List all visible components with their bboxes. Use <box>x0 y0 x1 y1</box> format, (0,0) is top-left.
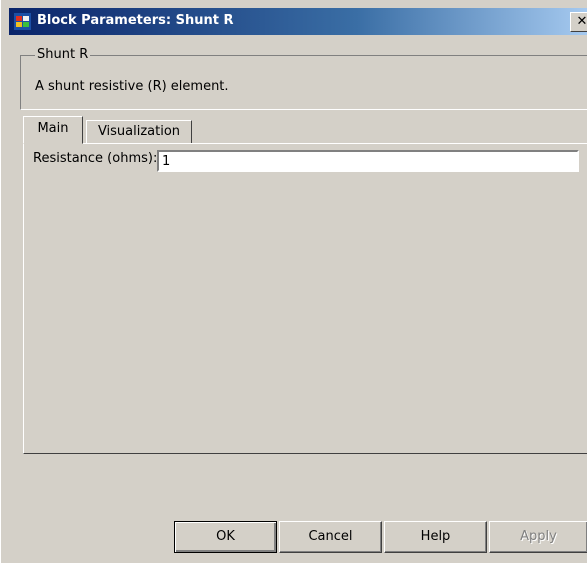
block-description-group: Shunt R A shunt resistive (R) element. <box>20 47 587 110</box>
window-title: Block Parameters: Shunt R <box>37 13 234 28</box>
resistance-label: Resistance (ohms): <box>33 151 158 166</box>
tab-visualization[interactable]: Visualization <box>86 120 192 144</box>
tab-main-label: Main <box>37 121 69 136</box>
title-bar[interactable]: Block Parameters: Shunt R ✕ <box>9 8 587 35</box>
ok-button[interactable]: OK <box>174 521 277 553</box>
close-button[interactable]: ✕ <box>570 12 587 32</box>
simulink-block-icon <box>14 13 31 30</box>
close-icon: ✕ <box>576 14 587 29</box>
resistance-input[interactable] <box>157 150 579 172</box>
group-title: Shunt R <box>35 47 91 62</box>
cancel-button[interactable]: Cancel <box>279 521 382 553</box>
main-tab-panel: Resistance (ohms): <box>23 143 587 454</box>
tab-visualization-label: Visualization <box>97 124 181 139</box>
dialog-window: Block Parameters: Shunt R ✕ Shunt R A sh… <box>0 0 587 563</box>
help-button[interactable]: Help <box>384 521 487 553</box>
tab-main[interactable]: Main <box>23 116 83 144</box>
block-description: A shunt resistive (R) element. <box>35 79 229 94</box>
apply-button[interactable]: Apply <box>489 521 587 553</box>
